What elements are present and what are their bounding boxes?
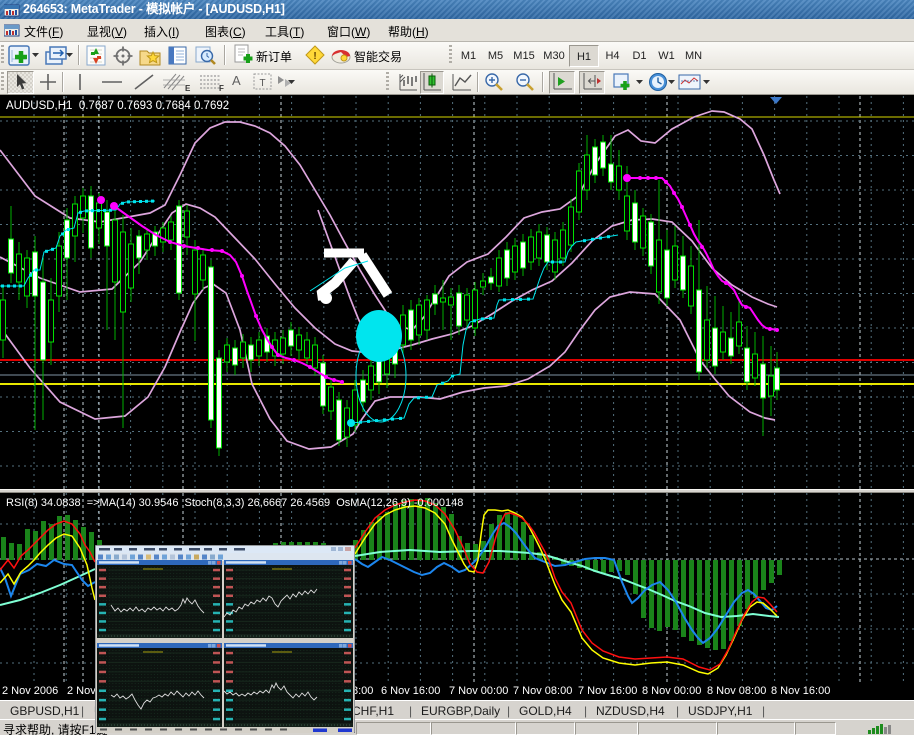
svg-text:F: F (219, 84, 224, 92)
svg-text:T: T (259, 78, 265, 89)
svg-text:!: ! (313, 51, 316, 62)
svg-text:RSI(8) 34.0838 =>MA(14) 30.95: RSI(8) 34.0838 =>MA(14) 30.9546 Stoch(8,… (6, 497, 463, 509)
svg-text:E: E (185, 84, 191, 92)
svg-text:AUDUSD,H1 0.7687 0.7693 0.768: AUDUSD,H1 0.7687 0.7693 0.7684 0.7692 (6, 100, 229, 112)
